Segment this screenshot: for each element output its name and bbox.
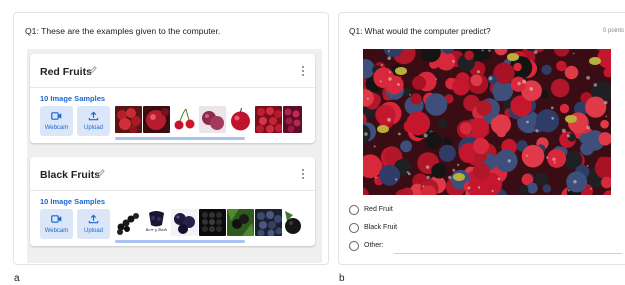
- webcam-button[interactable]: Webcam: [40, 106, 73, 136]
- upload-label: Upload: [83, 228, 103, 234]
- radio-button[interactable]: [349, 241, 359, 251]
- more-options-icon[interactable]: [302, 66, 305, 77]
- video-camera-icon: [51, 215, 62, 223]
- more-options-icon[interactable]: [302, 169, 305, 180]
- sample-thumbnail-blackberries[interactable]: [115, 209, 142, 236]
- option-label: Red Fruit: [364, 206, 393, 213]
- question-title-a: Q1: These are the examples given to the …: [25, 26, 221, 36]
- class-name-black-fruits[interactable]: Black Fruits: [40, 169, 100, 181]
- sample-thumbnail-black-fruit[interactable]: [283, 209, 302, 236]
- figure: Q1: These are the examples given to the …: [0, 0, 625, 285]
- sample-thumbnail-red-berries[interactable]: [115, 106, 142, 133]
- samples-count-label: 10 Image Samples: [40, 197, 106, 206]
- thumbnail-scrollbar[interactable]: [115, 137, 245, 140]
- upload-icon: [88, 111, 99, 121]
- teachable-machine-screenshot: Red Fruits 10 Image Samples Webcam Uploa…: [27, 49, 322, 263]
- sample-thumbnail-blackberry-closeup[interactable]: [199, 209, 226, 236]
- webcam-button[interactable]: Webcam: [40, 209, 73, 239]
- question-title-b: Q1: What would the computer predict?: [349, 26, 491, 36]
- radio-button[interactable]: [349, 205, 359, 215]
- sample-thumbnail-plums[interactable]: [199, 106, 226, 133]
- pencil-icon[interactable]: [95, 168, 106, 179]
- sample-thumbnail-black-currants[interactable]: [171, 209, 198, 236]
- divider: [30, 87, 315, 88]
- berry-bush-logo: [149, 211, 164, 227]
- sample-thumbnail-red-fruit[interactable]: [143, 106, 170, 133]
- radio-button[interactable]: [349, 223, 359, 233]
- webcam-label: Webcam: [44, 125, 69, 131]
- video-camera-icon: [51, 112, 62, 120]
- sample-thumbnail-blueberries[interactable]: [255, 209, 282, 236]
- option-label: Other:: [364, 242, 384, 249]
- other-text-input[interactable]: [394, 253, 622, 254]
- divider: [30, 190, 315, 191]
- panel-b-form-card: Q1: What would the computer predict? 0 p…: [338, 12, 625, 265]
- upload-button[interactable]: Upload: [77, 106, 110, 136]
- thumbnail-scrollbar[interactable]: [115, 240, 245, 243]
- upload-icon: [88, 214, 99, 224]
- thumbnail-caption: Berr y Bush: [145, 228, 168, 232]
- sample-thumbnail-raspberries[interactable]: [255, 106, 282, 133]
- sample-thumbnail-berry-bush[interactable]: Berr y Bush: [143, 209, 170, 236]
- class-card-black-fruits: Black Fruits 10 Image Samples Webcam Upl…: [30, 157, 315, 246]
- option-label: Black Fruit: [364, 224, 398, 231]
- upload-label: Upload: [83, 125, 103, 131]
- figure-label-a: a: [14, 273, 20, 284]
- panel-a-form-card: Q1: These are the examples given to the …: [13, 12, 329, 265]
- samples-count-label: 10 Image Samples: [40, 94, 106, 103]
- webcam-label: Webcam: [44, 228, 69, 234]
- sample-thumbnail-red-apple[interactable]: [227, 106, 254, 133]
- points-label: 0 points: [602, 28, 624, 34]
- class-card-red-fruits: Red Fruits 10 Image Samples Webcam Uploa…: [30, 54, 315, 143]
- mixed-berries-image: [363, 49, 611, 195]
- figure-label-b: b: [339, 273, 345, 284]
- sample-thumbnail-berries-with-leaves[interactable]: [227, 209, 254, 236]
- pencil-icon[interactable]: [87, 65, 98, 76]
- upload-button[interactable]: Upload: [77, 209, 110, 239]
- sample-thumbnail-cherries[interactable]: [171, 106, 198, 133]
- class-name-red-fruits[interactable]: Red Fruits: [40, 66, 92, 78]
- sample-thumbnail-red-currants[interactable]: [283, 106, 302, 133]
